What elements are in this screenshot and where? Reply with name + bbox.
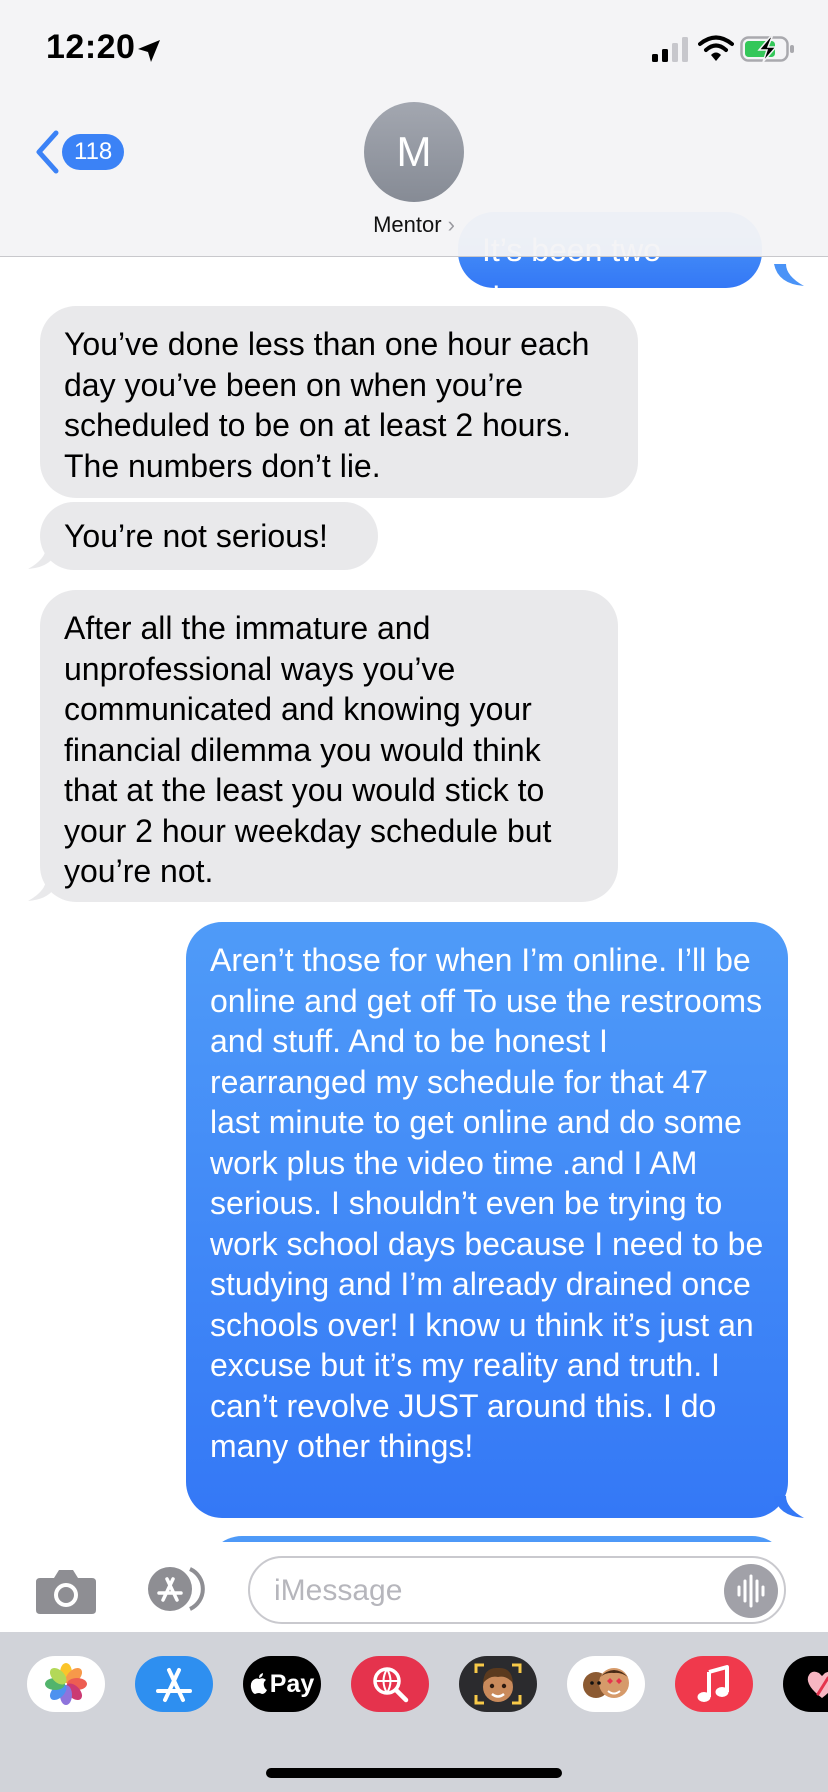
waveform-icon (737, 1574, 765, 1608)
back-button[interactable]: 118 (30, 128, 130, 176)
apple-pay-label: Pay (269, 1669, 315, 1698)
message-field[interactable] (248, 1556, 786, 1624)
camera-icon (36, 1570, 96, 1614)
bubble-tail (28, 547, 58, 569)
bubble-tail (774, 264, 804, 286)
web-search-icon[interactable] (351, 1656, 429, 1712)
message-bubble-received[interactable]: You’ve done less than one hour each day … (40, 306, 638, 498)
contact-name-button[interactable]: Mentor › (0, 212, 828, 238)
message-text: After all the immature and unprofessiona… (64, 610, 552, 889)
status-bar: 12:20 (0, 0, 828, 100)
bubble-tail (774, 1496, 804, 1518)
memoji-face-icon (474, 1663, 522, 1705)
heart-touch-icon (807, 1671, 828, 1698)
home-indicator[interactable] (266, 1768, 562, 1778)
app-store-glyph-icon (156, 1668, 192, 1702)
photos-flower-icon (45, 1663, 87, 1705)
conversation-transcript[interactable]: It’s been two days. You’ve done less tha… (0, 0, 828, 1792)
status-time: 12:20 (46, 28, 136, 66)
app-store-icon (148, 1567, 205, 1611)
app-drawer: Pay (0, 1632, 828, 1792)
memoji-stickers-faces-icon (583, 1668, 629, 1698)
magnifier-globe-icon (373, 1667, 409, 1703)
digital-touch-icon[interactable] (783, 1656, 828, 1712)
message-input[interactable] (272, 1566, 696, 1616)
bubble-tail (28, 879, 58, 901)
chevron-left-icon (36, 130, 59, 174)
message-bubble-received[interactable]: You’re not serious! (40, 502, 378, 570)
wifi-icon (698, 35, 734, 61)
app-store-icon[interactable] (135, 1656, 213, 1712)
message-input-bar (0, 1542, 828, 1632)
message-text: You’ve done less than one hour each day … (64, 326, 590, 484)
apple-logo-icon (250, 1673, 267, 1694)
memoji-icon[interactable] (459, 1656, 537, 1712)
unread-count-badge: 118 (62, 134, 125, 170)
contact-name: Mentor (373, 212, 442, 237)
music-icon[interactable] (675, 1656, 753, 1712)
apple-pay-icon[interactable]: Pay (243, 1656, 321, 1712)
message-bubble-sent[interactable]: Aren’t those for when I’m online. I’ll b… (186, 922, 788, 1518)
music-note-icon (697, 1665, 729, 1702)
app-store-apps-button[interactable] (140, 1564, 212, 1614)
avatar[interactable]: M (364, 102, 464, 202)
animoji-stickers-icon[interactable] (567, 1656, 645, 1712)
message-bubble-received[interactable]: After all the immature and unprofessiona… (40, 590, 618, 902)
location-arrow-icon (138, 40, 160, 62)
cellular-signal-icon (652, 37, 688, 62)
message-text: Aren’t those for when I’m online. I’ll b… (210, 942, 764, 1464)
battery-charging-icon (740, 36, 794, 63)
audio-message-button[interactable] (724, 1564, 778, 1618)
photos-app-icon[interactable] (27, 1656, 105, 1712)
message-text: You’re not serious! (64, 518, 328, 554)
chevron-right-icon: › (447, 212, 455, 237)
camera-button[interactable] (34, 1566, 98, 1616)
